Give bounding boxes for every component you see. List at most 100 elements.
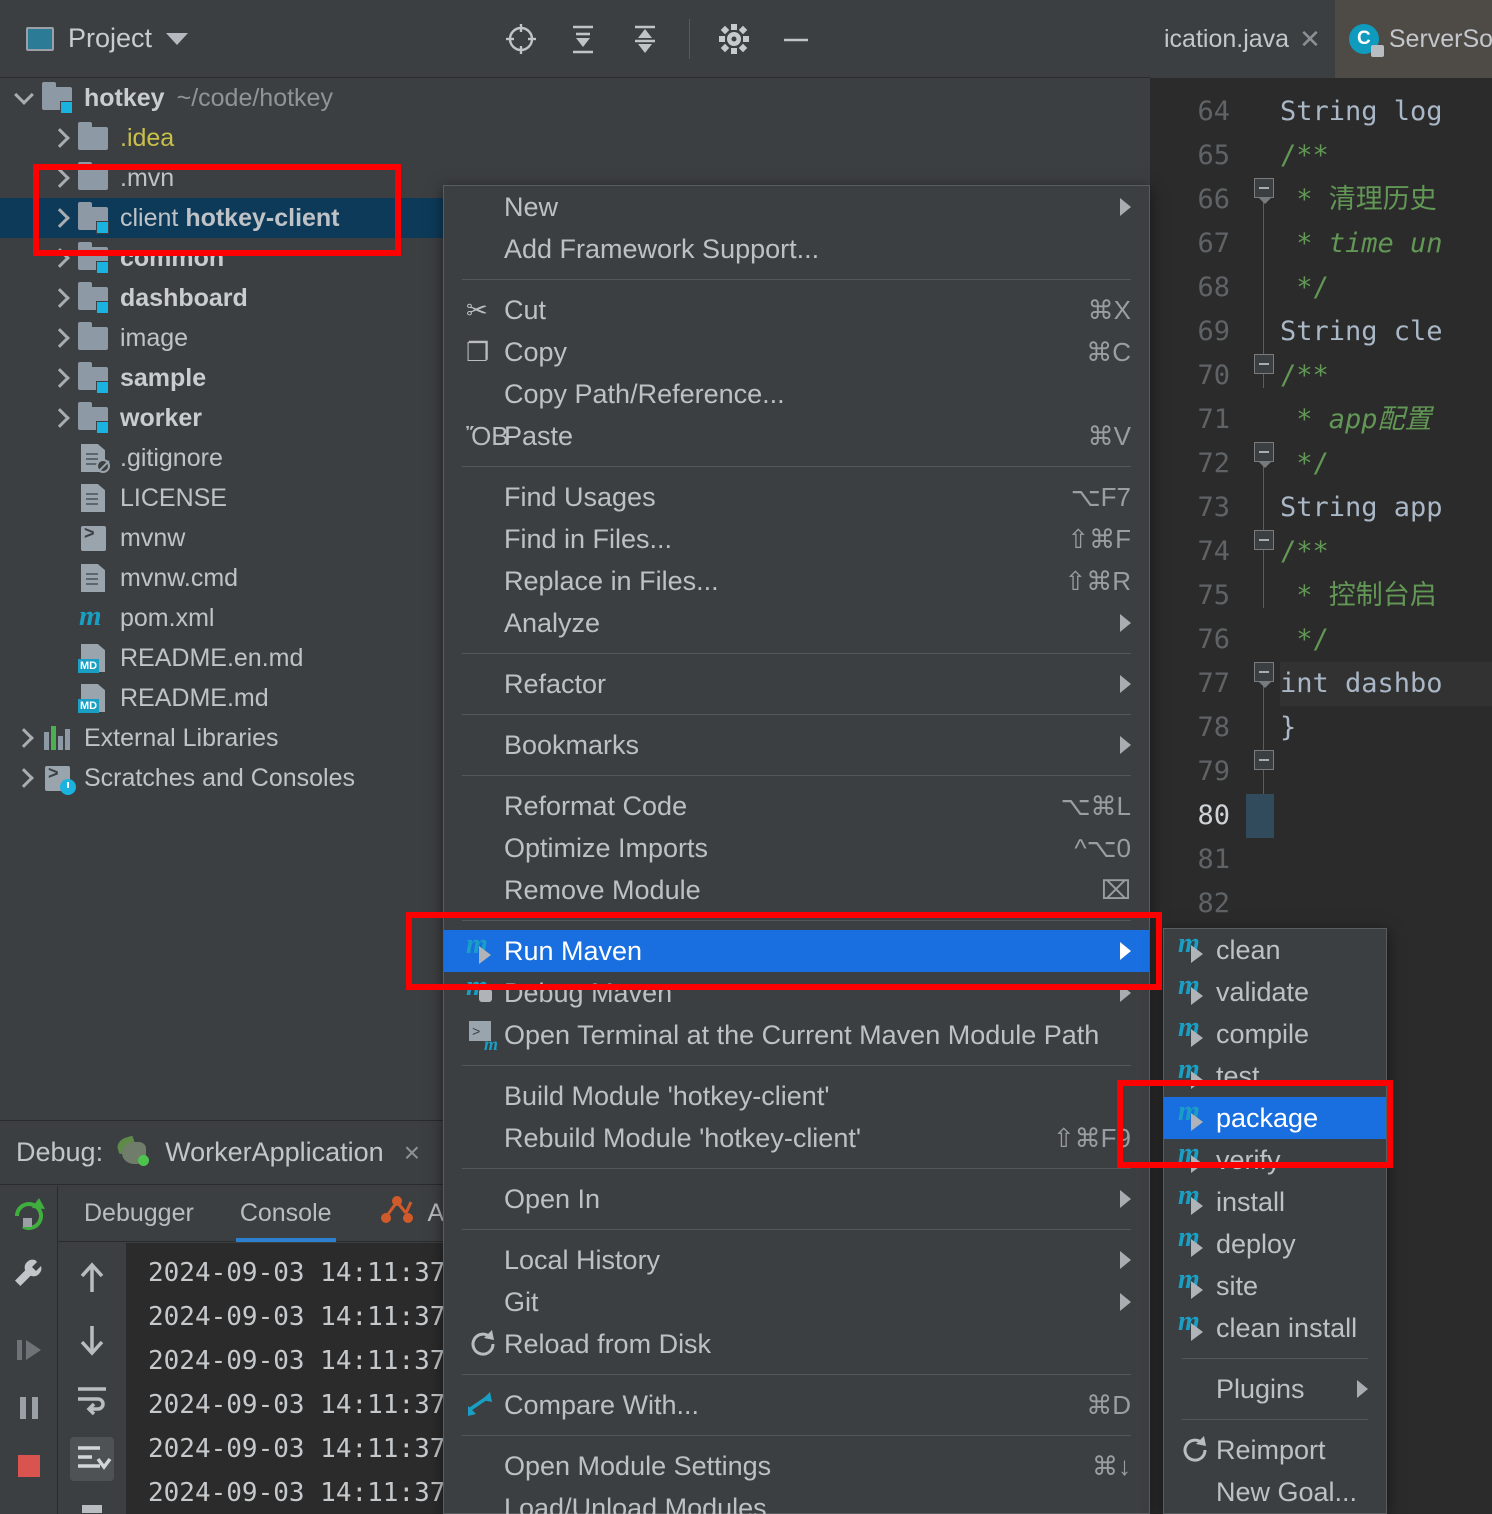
menu-item-paste[interactable]: ὌB Paste ⌘V xyxy=(444,415,1149,457)
chevron-right-icon[interactable] xyxy=(50,289,68,307)
menu-item-open-module-settings[interactable]: Open Module Settings ⌘↓ xyxy=(444,1445,1149,1487)
menu-item-find-in-files[interactable]: Find in Files... ⇧⌘F xyxy=(444,518,1149,560)
line-number: 79 xyxy=(1197,756,1230,787)
menu-item-git[interactable]: Git xyxy=(444,1281,1149,1323)
menu-item-local-history[interactable]: Local History xyxy=(444,1239,1149,1281)
chevron-right-icon[interactable] xyxy=(14,769,32,787)
maven-goal-clean[interactable]: m clean xyxy=(1164,928,1386,971)
menu-item-open-in[interactable]: Open In xyxy=(444,1178,1149,1220)
menu-item-analyze[interactable]: Analyze xyxy=(444,602,1149,644)
fold-collapse-start-icon[interactable] xyxy=(1254,178,1274,204)
menu-item-bookmarks[interactable]: Bookmarks xyxy=(444,724,1149,766)
collapse-all-icon[interactable] xyxy=(627,21,663,57)
menu-item-remove-module[interactable]: Remove Module ⌧ xyxy=(444,869,1149,911)
rerun-icon[interactable] xyxy=(9,1196,49,1236)
maven-run-icon: m xyxy=(1178,1012,1212,1051)
line-number: 69 xyxy=(1197,316,1230,347)
module-folder-icon xyxy=(78,202,109,234)
chevron-right-icon xyxy=(1120,675,1131,693)
maven-goal-reimport[interactable]: Reimport xyxy=(1164,1429,1386,1471)
scroll-down-icon[interactable] xyxy=(70,1317,114,1361)
tree-row-hotkey[interactable]: hotkey ~/code/hotkey xyxy=(0,78,1150,118)
code-line-text: int dashbo xyxy=(1280,668,1443,699)
chevron-right-icon[interactable] xyxy=(14,729,32,747)
maven-goal-package[interactable]: m package xyxy=(1164,1096,1386,1139)
tab-debugger[interactable]: Debugger xyxy=(84,1186,194,1242)
maven-goal-site[interactable]: m site xyxy=(1164,1264,1386,1307)
print-icon[interactable] xyxy=(70,1497,114,1514)
fold-collapse-start-icon[interactable] xyxy=(1254,662,1274,688)
soft-wrap-icon[interactable] xyxy=(70,1377,114,1421)
menu-item-reload-from-disk[interactable]: Reload from Disk xyxy=(444,1323,1149,1365)
project-panel-title: Project xyxy=(68,23,153,53)
menu-item-debug-maven[interactable]: m Debug Maven xyxy=(444,971,1149,1014)
menu-item-load-unload-modules[interactable]: Load/Unload Modules... xyxy=(444,1487,1149,1514)
menu-item-cut[interactable]: ✂ Cut ⌘X xyxy=(444,289,1149,331)
chevron-right-icon[interactable] xyxy=(50,129,68,147)
maven-goal-test[interactable]: m test xyxy=(1164,1054,1386,1097)
menu-item-find-usages[interactable]: Find Usages ⌥F7 xyxy=(444,476,1149,518)
line-number: 70 xyxy=(1197,360,1230,391)
menu-item-refactor[interactable]: Refactor xyxy=(444,663,1149,705)
menu-item-new[interactable]: New xyxy=(444,186,1149,228)
chevron-right-icon[interactable] xyxy=(50,249,68,267)
locate-icon[interactable] xyxy=(503,21,539,57)
scroll-up-icon[interactable] xyxy=(70,1257,114,1301)
menu-item-label: Bookmarks xyxy=(504,729,640,760)
maven-goal-verify[interactable]: m verify xyxy=(1164,1138,1386,1181)
editor-tab-application-java[interactable]: ication.java ✕ xyxy=(1150,0,1335,78)
chevron-right-icon[interactable] xyxy=(50,169,68,187)
chevron-right-icon[interactable] xyxy=(50,409,68,427)
chevron-right-icon[interactable] xyxy=(50,329,68,347)
maven-goal-validate[interactable]: m validate xyxy=(1164,970,1386,1013)
minimize-icon[interactable] xyxy=(778,21,814,57)
menu-item-shortcut: ⌧ xyxy=(1101,874,1131,905)
maven-goal-clean-install[interactable]: m clean install xyxy=(1164,1306,1386,1349)
chevron-down-icon[interactable] xyxy=(14,89,32,107)
menu-item-build-module-hotkey-client[interactable]: Build Module 'hotkey-client' xyxy=(444,1075,1149,1117)
project-title-group[interactable]: Project xyxy=(0,23,189,54)
chevron-right-icon[interactable] xyxy=(50,369,68,387)
maven-goal-install[interactable]: m install xyxy=(1164,1180,1386,1223)
menu-separator xyxy=(462,1168,1131,1169)
expand-all-icon[interactable] xyxy=(565,21,601,57)
menu-item-copy[interactable]: ❐ Copy ⌘C xyxy=(444,331,1149,373)
fold-collapse-end-icon[interactable] xyxy=(1254,530,1274,550)
chevron-down-icon[interactable] xyxy=(166,32,189,45)
scroll-to-end-icon[interactable] xyxy=(70,1437,114,1481)
pause-icon[interactable] xyxy=(9,1388,49,1428)
menu-item-replace-in-files[interactable]: Replace in Files... ⇧⌘R xyxy=(444,560,1149,602)
menu-item-optimize-imports[interactable]: Optimize Imports ^⌥0 xyxy=(444,827,1149,869)
menu-item-rebuild-module-hotkey-client[interactable]: Rebuild Module 'hotkey-client' ⇧⌘F9 xyxy=(444,1117,1149,1159)
editor-tab-serversocket[interactable]: C ServerSocke xyxy=(1334,0,1492,78)
maven-goal-deploy[interactable]: m deploy xyxy=(1164,1222,1386,1265)
maven-goal-plugins[interactable]: Plugins xyxy=(1164,1368,1386,1410)
close-icon[interactable]: × xyxy=(404,1137,420,1169)
line-number: 71 xyxy=(1197,404,1230,435)
menu-item-open-terminal-at-the-current-maven-module-path[interactable]: > m Open Terminal at the Current Maven Mod… xyxy=(444,1014,1149,1056)
maven-goal-compile[interactable]: m compile xyxy=(1164,1012,1386,1055)
settings-gear-icon[interactable] xyxy=(716,21,752,57)
close-icon[interactable]: ✕ xyxy=(1299,24,1321,55)
fold-collapse-start-icon[interactable] xyxy=(1254,442,1274,468)
code-line-text: */ xyxy=(1280,624,1329,655)
tree-row-idea[interactable]: .idea xyxy=(0,118,1150,158)
settings-wrench-icon[interactable] xyxy=(9,1254,49,1294)
maven-goal-new-goal[interactable]: New Goal... xyxy=(1164,1471,1386,1513)
fold-collapse-end-icon[interactable] xyxy=(1254,354,1274,374)
menu-item-copy-path-reference[interactable]: Copy Path/Reference... xyxy=(444,373,1149,415)
menu-item-compare-with[interactable]: Compare With... ⌘D xyxy=(444,1384,1149,1426)
menu-item-run-maven[interactable]: m Run Maven xyxy=(444,929,1149,972)
fold-collapse-end-icon[interactable] xyxy=(1254,750,1274,770)
tree-label: .gitignore xyxy=(120,443,223,472)
menu-item-label: Optimize Imports xyxy=(504,832,709,863)
menu-item-reformat-code[interactable]: Reformat Code ⌥⌘L xyxy=(444,785,1149,827)
run-maven-submenu[interactable]: m clean m validate m compile m test m package m ver… xyxy=(1163,928,1387,1514)
resume-icon[interactable] xyxy=(9,1330,49,1370)
stop-icon[interactable] xyxy=(9,1446,49,1486)
tab-console[interactable]: Console xyxy=(235,1186,336,1242)
project-context-menu[interactable]: New Add Framework Support... ✂ Cut ⌘X ❐ Copy ⌘C… xyxy=(443,185,1150,1514)
menu-item-add-framework-support[interactable]: Add Framework Support... xyxy=(444,228,1149,270)
code-line: * app配置 xyxy=(1280,398,1492,442)
chevron-right-icon[interactable] xyxy=(50,209,68,227)
